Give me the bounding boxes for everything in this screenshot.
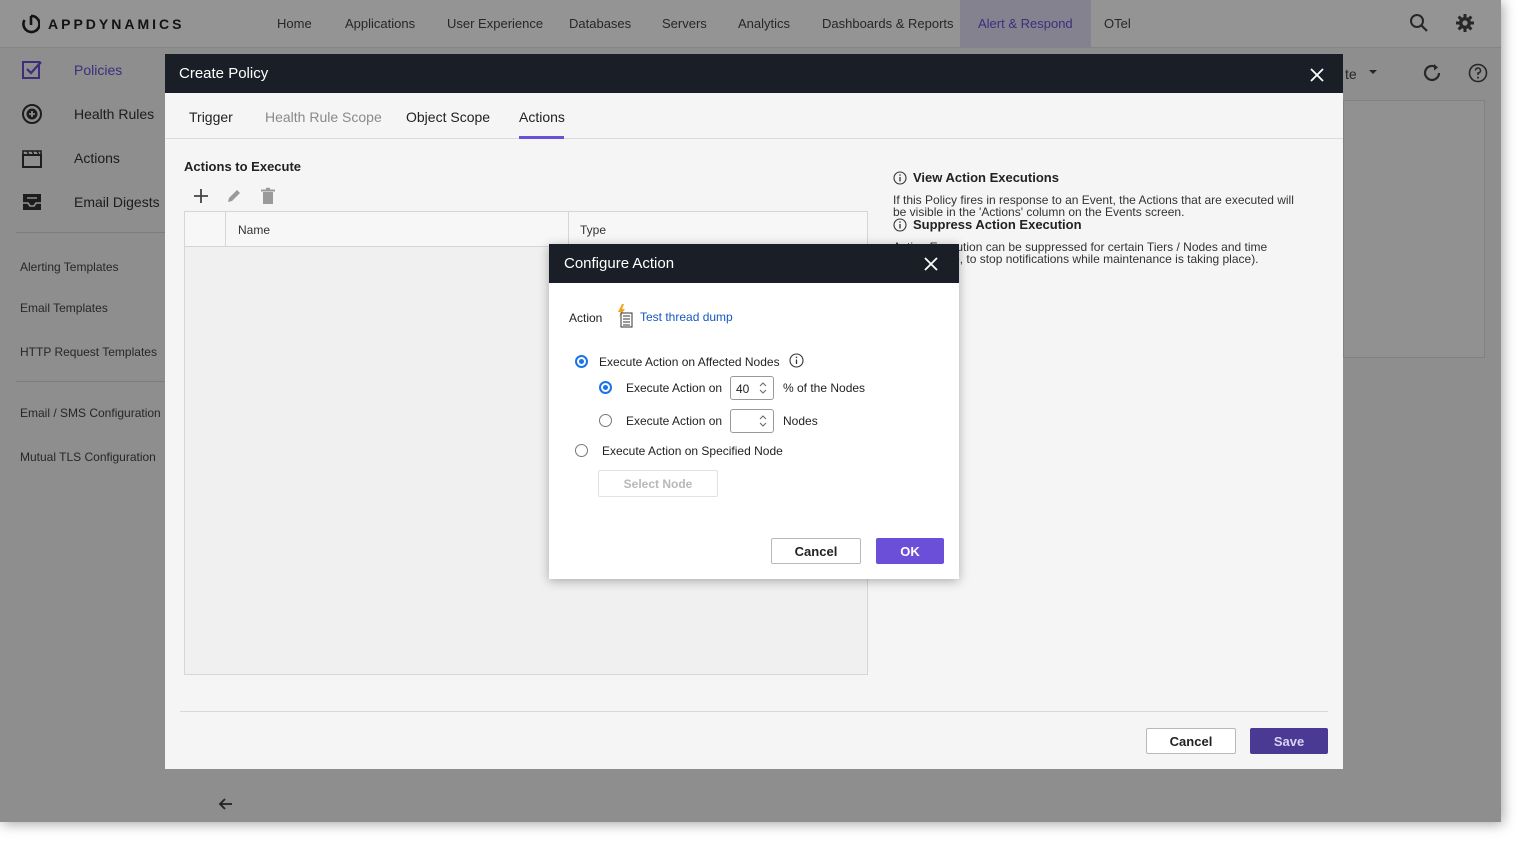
tab-actions[interactable]: Actions bbox=[519, 109, 565, 125]
action-label: Action bbox=[569, 311, 603, 325]
column-divider bbox=[568, 212, 569, 247]
thread-dump-icon bbox=[618, 304, 633, 328]
option-specified-node-label[interactable]: Execute Action on Specified Node bbox=[602, 444, 783, 458]
app-window: APPDYNAMICS Home Applications User Exper… bbox=[0, 0, 1501, 822]
action-name-link[interactable]: Test thread dump bbox=[640, 310, 733, 324]
percent-value: 40 bbox=[736, 382, 750, 396]
radio-specified-node[interactable] bbox=[575, 444, 588, 457]
option-affected-nodes-label[interactable]: Execute Action on Affected Nodes bbox=[599, 355, 780, 369]
modal-title: Create Policy bbox=[179, 65, 269, 82]
back-arrow-icon[interactable] bbox=[218, 796, 234, 812]
info-icon bbox=[893, 217, 907, 232]
column-header-name[interactable]: Name bbox=[238, 223, 270, 237]
dialog-cancel-button[interactable]: Cancel bbox=[771, 538, 861, 564]
edit-icon[interactable] bbox=[225, 187, 243, 205]
cancel-button[interactable]: Cancel bbox=[1146, 728, 1236, 754]
nodes-suffix: Nodes bbox=[783, 414, 818, 428]
close-icon[interactable] bbox=[1308, 66, 1326, 84]
radio-affected-nodes[interactable] bbox=[575, 355, 588, 368]
modal-header: Create Policy bbox=[165, 54, 1343, 93]
execute-on-label: Execute Action on bbox=[626, 414, 723, 428]
radio-count-of-nodes[interactable] bbox=[599, 414, 612, 427]
tab-trigger[interactable]: Trigger bbox=[189, 109, 233, 125]
save-button[interactable]: Save bbox=[1250, 728, 1328, 754]
stepper-arrows-icon[interactable] bbox=[759, 414, 767, 428]
active-tab-indicator bbox=[519, 136, 564, 139]
add-icon[interactable] bbox=[192, 187, 210, 205]
radio-percent-of-nodes[interactable] bbox=[599, 381, 612, 394]
suppress-execution-heading: Suppress Action Execution bbox=[893, 217, 1082, 232]
dialog-header: Configure Action bbox=[549, 244, 959, 283]
stepper-arrows-icon[interactable] bbox=[759, 381, 767, 395]
footer-divider bbox=[180, 711, 1328, 712]
view-executions-title: View Action Executions bbox=[913, 170, 1059, 185]
policy-tabs: Trigger Health Rule Scope Object Scope A… bbox=[165, 93, 1343, 139]
suppress-execution-title: Suppress Action Execution bbox=[913, 217, 1082, 232]
dialog-title: Configure Action bbox=[564, 255, 675, 272]
table-header: Name Type bbox=[185, 212, 867, 247]
execute-on-label: Execute Action on bbox=[626, 381, 723, 395]
column-header-type[interactable]: Type bbox=[580, 223, 606, 237]
tab-health-rule-scope[interactable]: Health Rule Scope bbox=[265, 109, 382, 125]
tab-object-scope[interactable]: Object Scope bbox=[406, 109, 490, 125]
select-node-button[interactable]: Select Node bbox=[598, 470, 718, 497]
info-icon bbox=[893, 170, 907, 185]
view-executions-heading: View Action Executions bbox=[893, 170, 1059, 185]
column-divider bbox=[225, 212, 226, 247]
info-icon[interactable] bbox=[789, 353, 804, 368]
ok-button[interactable]: OK bbox=[876, 538, 944, 564]
percent-suffix: % of the Nodes bbox=[783, 381, 866, 395]
node-count-stepper[interactable] bbox=[730, 409, 774, 433]
actions-section-title: Actions to Execute bbox=[184, 159, 302, 174]
configure-action-dialog: Configure Action Action Test thread dump… bbox=[549, 244, 959, 579]
delete-icon[interactable] bbox=[259, 187, 277, 205]
close-icon[interactable] bbox=[922, 255, 940, 273]
percent-stepper[interactable]: 40 bbox=[730, 376, 774, 400]
